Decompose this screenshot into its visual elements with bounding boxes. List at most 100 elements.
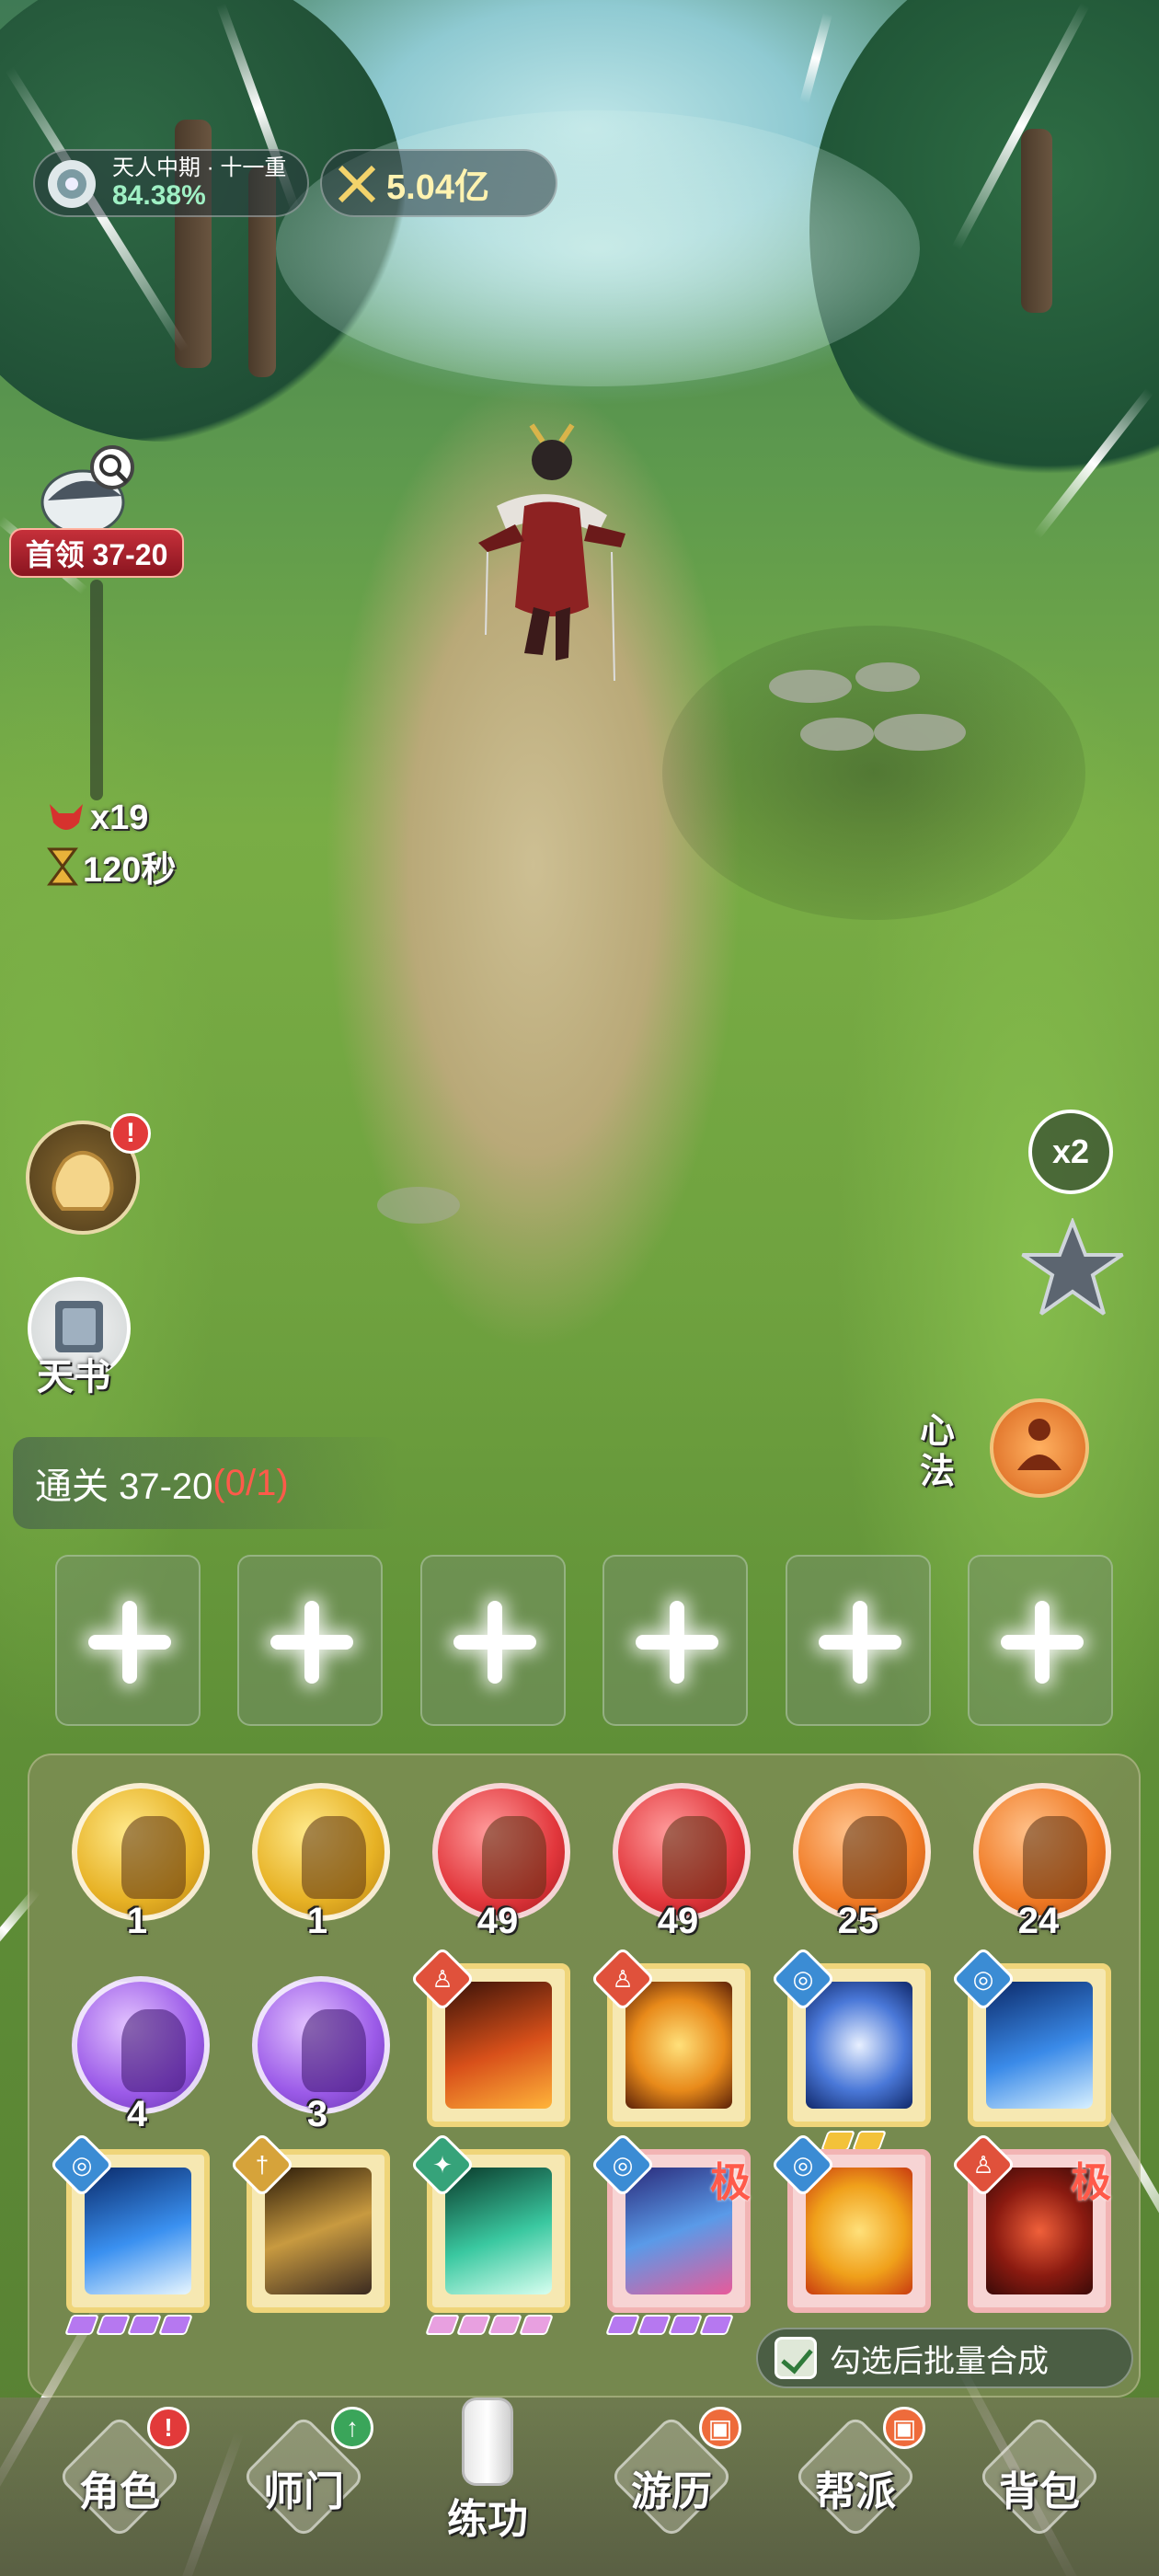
inventory-orb[interactable]: 3 — [239, 1971, 396, 2145]
fire-skill-art — [445, 1982, 552, 2109]
alert-badge: ! — [110, 1113, 151, 1154]
item-count: 49 — [657, 1901, 699, 1941]
mail-badge: ▣ — [699, 2407, 741, 2449]
speed-x2-button[interactable]: x2 — [1028, 1110, 1113, 1194]
stage-clear-bar[interactable]: 通关 37-20 (0/1) — [13, 1437, 399, 1529]
item-count: 1 — [126, 1901, 148, 1941]
boss-timer: 120秒 — [46, 841, 176, 891]
skill-card[interactable]: ♙ — [590, 1946, 756, 2138]
inventory-orb[interactable]: 1 — [239, 1777, 396, 1952]
rank-pips — [604, 2315, 735, 2335]
skill-card[interactable]: ◎ — [770, 1946, 936, 2151]
xinfa-button[interactable] — [990, 1398, 1089, 1498]
inventory-orb[interactable]: 1 — [59, 1777, 215, 1952]
nav-label: 背包 — [999, 2469, 1080, 2514]
nav-sect[interactable]: 师门 ↑ — [212, 2398, 396, 2576]
demon-head-icon — [50, 803, 83, 830]
nav-training[interactable]: 练功 — [396, 2398, 580, 2576]
empty-skill-slot[interactable] — [967, 1555, 1113, 1726]
kill-count-text: x19 — [90, 799, 149, 837]
skill-card[interactable]: ✦ — [409, 2132, 576, 2335]
add-icon — [88, 1601, 171, 1684]
add-icon — [636, 1601, 719, 1684]
inventory-orb[interactable]: 4 — [59, 1971, 215, 2145]
water-skill-art — [85, 2168, 191, 2294]
stepping-stone — [377, 1187, 460, 1224]
combat-power[interactable]: 5.04亿 — [320, 149, 557, 217]
skill-card[interactable]: ◎ 极 — [590, 2132, 756, 2335]
empty-skill-slot[interactable] — [237, 1555, 384, 1726]
inventory-orb[interactable]: 25 — [780, 1777, 936, 1952]
boss-portrait-icon[interactable] — [39, 445, 140, 537]
merge-label: 勾选后批量合成 — [830, 2343, 1049, 2379]
nav-label: 游历 — [631, 2469, 712, 2514]
skill-slot-row — [55, 1555, 1113, 1726]
nav-guild[interactable]: 帮派 ▣ — [763, 2398, 947, 2576]
skill-card[interactable]: ◎ — [950, 1946, 1117, 2138]
lotus-skill-art — [625, 1982, 732, 2109]
wind-skill-art — [445, 2168, 552, 2294]
add-icon — [1000, 1601, 1084, 1684]
stage-label: 通关 37-20 — [35, 1466, 213, 1507]
alert-badge: ! — [147, 2407, 189, 2449]
nav-label: 师门 — [263, 2469, 344, 2514]
skill-card[interactable]: ◎ — [49, 2132, 215, 2335]
nav-backpack[interactable]: 背包 — [947, 2398, 1131, 2576]
item-count: 1 — [306, 1901, 328, 1941]
phoenix-skill-art — [806, 2168, 912, 2294]
realm-progress: 84.38% — [112, 180, 206, 211]
realm-status[interactable]: 天人中期 · 十一重 84.38% — [33, 149, 309, 217]
rank-pips — [424, 2315, 555, 2335]
skill-card[interactable]: † — [229, 2132, 396, 2324]
mail-badge: ▣ — [883, 2407, 925, 2449]
timer-text: 120秒 — [83, 851, 177, 890]
empty-skill-slot[interactable] — [419, 1555, 566, 1726]
empty-skill-slot[interactable] — [55, 1555, 201, 1726]
nav-label: 帮派 — [815, 2469, 896, 2514]
stage-progress: (0/1) — [212, 1462, 289, 1503]
realm-emblem-icon — [48, 160, 96, 208]
crossed-swords-icon — [338, 165, 376, 203]
bottom-navigation: 角色 ! 师门 ↑ 练功 游历 ▣ 帮派 ▣ 背包 — [0, 2398, 1159, 2576]
inventory-panel: 1 1 49 49 25 24 4 3 ♙ ♙ ◎ ◎ ◎ † ✦ ◎ 极 ◎ … — [28, 1754, 1141, 2398]
xinfa-label: 心法 — [920, 1412, 956, 1491]
stepping-stone — [800, 718, 874, 751]
batch-merge-toggle[interactable]: 勾选后批量合成 — [756, 2328, 1133, 2388]
item-count: 25 — [837, 1901, 879, 1941]
speed-line — [799, 12, 832, 104]
stepping-stone — [855, 662, 920, 692]
stepping-stone — [874, 714, 966, 751]
add-icon — [270, 1601, 354, 1684]
empty-skill-slot[interactable] — [602, 1555, 749, 1726]
item-count: 4 — [126, 2094, 148, 2134]
nav-character[interactable]: 角色 ! — [28, 2398, 212, 2576]
upgrade-arrow-badge: ↑ — [331, 2407, 373, 2449]
inventory-orb[interactable]: 49 — [600, 1777, 756, 1952]
item-count: 24 — [1017, 1901, 1060, 1941]
training-pillar-icon — [462, 2398, 513, 2486]
boss-progress-track — [90, 580, 103, 800]
item-count: 3 — [306, 2094, 328, 2134]
yinyang-skill-art — [806, 1982, 912, 2109]
blade-skill-art — [265, 2168, 372, 2294]
reward-bag-button[interactable]: ! — [26, 1113, 151, 1235]
boss-stage-tag[interactable]: 首领 37-20 — [9, 528, 184, 578]
boss-kill-count: x19 — [46, 799, 148, 838]
nav-label: 练功 — [447, 2497, 528, 2542]
inventory-orb[interactable]: 49 — [419, 1777, 576, 1952]
hourglass-icon — [47, 847, 78, 885]
player-character — [478, 423, 625, 682]
rank-pips — [820, 2131, 888, 2151]
skill-card[interactable]: ♙ 极 — [950, 2132, 1117, 2324]
skill-star-icon[interactable] — [1019, 1218, 1126, 1325]
skill-card[interactable]: ◎ — [770, 2132, 936, 2324]
nav-travel[interactable]: 游历 ▣ — [580, 2398, 763, 2576]
stepping-stone — [769, 670, 852, 703]
ice-skill-art — [986, 1982, 1093, 2109]
inventory-orb[interactable]: 24 — [960, 1777, 1117, 1952]
nav-label: 角色 — [79, 2469, 160, 2514]
add-icon — [818, 1601, 901, 1684]
skill-card[interactable]: ♙ — [409, 1946, 576, 2138]
empty-skill-slot[interactable] — [785, 1555, 931, 1726]
merge-checkbox[interactable] — [775, 2337, 817, 2379]
